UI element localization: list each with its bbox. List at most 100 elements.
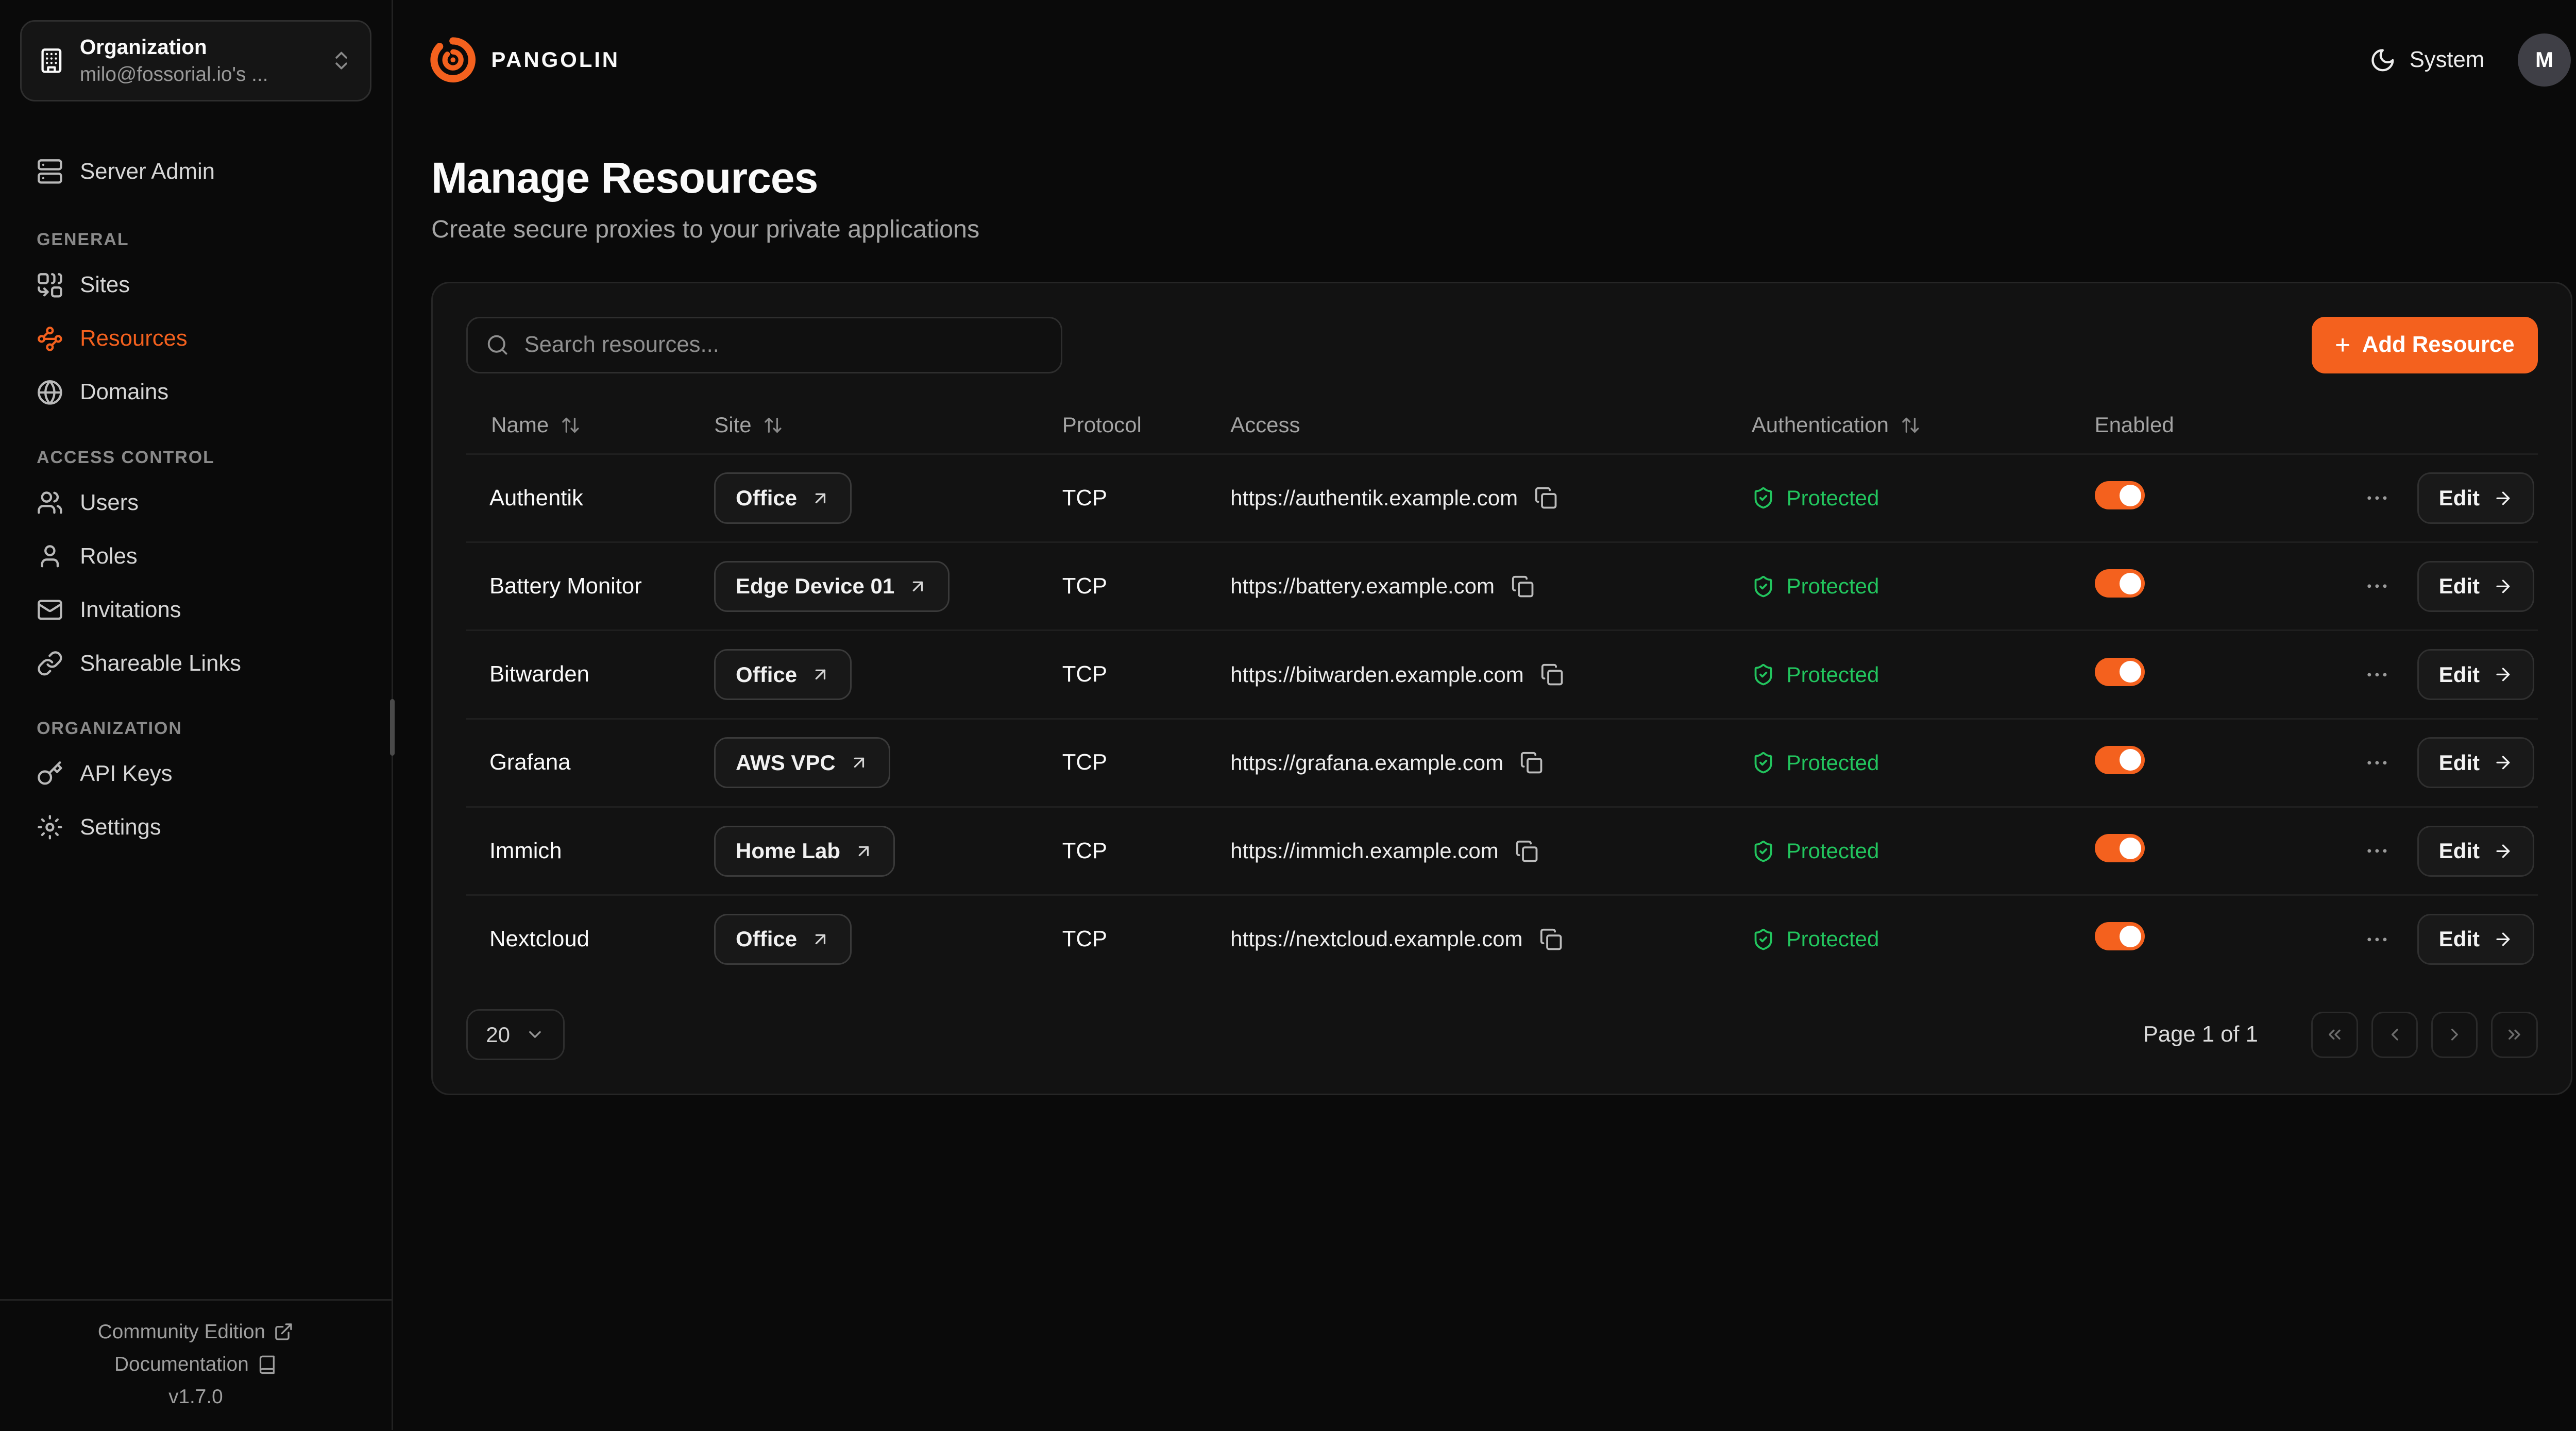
protocol-value: TCP [1062,662,1230,687]
sidebar-item-label: Server Admin [80,158,215,185]
enabled-toggle[interactable] [2095,481,2145,509]
user-avatar[interactable]: M [2518,33,2571,87]
sidebar-item-domains[interactable]: Domains [20,366,371,419]
arrow-right-icon [2493,576,2513,597]
copy-url-button[interactable] [1511,575,1534,598]
moon-icon [2369,47,2396,74]
table-header: Name Site Protocol Access Authentication [466,397,2538,453]
site-link-button[interactable]: Home Lab [714,826,895,877]
search-icon [486,333,509,356]
community-edition-link[interactable]: Community Edition [0,1316,392,1348]
ellipsis-icon [2364,573,2391,600]
edit-label: Edit [2439,927,2480,951]
sort-name-button[interactable] [561,415,581,435]
row-menu-button[interactable] [2361,658,2394,691]
sidebar-item-roles[interactable]: Roles [20,530,371,583]
key-icon [37,760,63,787]
sidebar-item-server-admin[interactable]: Server Admin [20,145,371,198]
site-label: AWS VPC [736,751,836,775]
copy-url-button[interactable] [1540,663,1564,686]
arrow-up-down-icon [1901,415,1921,435]
section-label-access-control: ACCESS CONTROL [37,448,355,468]
copy-url-button[interactable] [1515,840,1538,863]
row-menu-button[interactable] [2361,482,2394,515]
book-icon [257,1355,277,1375]
enabled-toggle[interactable] [2095,922,2145,950]
enabled-toggle[interactable] [2095,569,2145,598]
edit-button[interactable]: Edit [2417,561,2535,612]
toggle-knob [2120,661,2141,683]
search-input[interactable] [524,332,1043,357]
edit-button[interactable]: Edit [2417,914,2535,965]
column-header-site: Site [714,413,1062,437]
edit-button[interactable]: Edit [2417,737,2535,788]
ellipsis-icon [2364,485,2391,512]
topbar-right: System M [2369,33,2571,87]
site-link-button[interactable]: Office [714,914,852,965]
row-menu-button[interactable] [2361,570,2394,603]
org-selector[interactable]: Organization milo@fossorial.io's ... [20,20,371,101]
sort-site-button[interactable] [763,415,783,435]
shield-check-icon [1752,928,1775,951]
enabled-toggle[interactable] [2095,834,2145,862]
sort-authentication-button[interactable] [1901,415,1921,435]
table-row: Grafana AWS VPC TCP https://grafana.exam… [466,718,2538,806]
protocol-value: TCP [1062,927,1230,952]
edit-button[interactable]: Edit [2417,472,2535,523]
authentication-status: Protected [1787,486,1879,510]
sidebar-item-resources[interactable]: Resources [20,312,371,366]
next-page-button[interactable] [2431,1012,2478,1058]
protocol-value: TCP [1062,839,1230,864]
toggle-knob [2120,573,2141,594]
sidebar-item-settings[interactable]: Settings [20,800,371,854]
site-link-button[interactable]: Edge Device 01 [714,561,949,612]
documentation-link[interactable]: Documentation [0,1348,392,1381]
row-menu-button[interactable] [2361,834,2394,868]
arrow-right-icon [2493,665,2513,685]
enabled-toggle[interactable] [2095,658,2145,686]
table-row: Authentik Office TCP https://authentik.e… [466,453,2538,541]
last-page-button[interactable] [2491,1012,2537,1058]
prev-page-button[interactable] [2371,1012,2418,1058]
sidebar-resize-handle[interactable] [390,699,395,756]
chevrons-left-icon [2325,1025,2345,1045]
user-icon [37,543,63,570]
link-icon [37,650,63,677]
site-link-button[interactable]: AWS VPC [714,737,890,788]
row-menu-button[interactable] [2361,746,2394,780]
edit-button[interactable]: Edit [2417,649,2535,700]
sidebar-item-api-keys[interactable]: API Keys [20,747,371,800]
edit-button[interactable]: Edit [2417,826,2535,877]
access-url: https://authentik.example.com [1230,486,1518,510]
site-label: Home Lab [736,839,840,863]
copy-url-button[interactable] [1534,486,1557,509]
chevron-right-icon [2445,1025,2465,1045]
documentation-label: Documentation [114,1353,249,1376]
site-link-button[interactable]: Office [714,649,852,700]
copy-icon [1534,486,1557,509]
first-page-button[interactable] [2311,1012,2358,1058]
theme-toggle-button[interactable]: System [2369,47,2484,74]
page-size-select[interactable]: 20 [466,1009,565,1060]
page-size-value: 20 [486,1023,510,1047]
add-resource-button[interactable]: + Add Resource [2312,317,2538,373]
enabled-toggle[interactable] [2095,746,2145,774]
copy-icon [1515,840,1538,863]
toggle-knob [2120,838,2141,859]
row-menu-button[interactable] [2361,923,2394,956]
protocol-value: TCP [1062,486,1230,511]
copy-url-button[interactable] [1539,928,1563,951]
resources-icon [37,326,63,352]
sidebar-item-users[interactable]: Users [20,476,371,530]
site-link-button[interactable]: Office [714,472,852,523]
sidebar-item-sites[interactable]: Sites [20,258,371,312]
copy-url-button[interactable] [1520,751,1543,774]
sidebar-item-invitations[interactable]: Invitations [20,583,371,637]
topbar: PANGOLIN System M [393,0,2576,120]
resource-name: Grafana [466,750,715,775]
search-box [466,317,1062,373]
sidebar-item-shareable-links[interactable]: Shareable Links [20,637,371,690]
org-value: milo@fossorial.io's ... [80,61,315,88]
shield-check-icon [1752,751,1775,774]
chevron-down-icon [525,1025,545,1045]
